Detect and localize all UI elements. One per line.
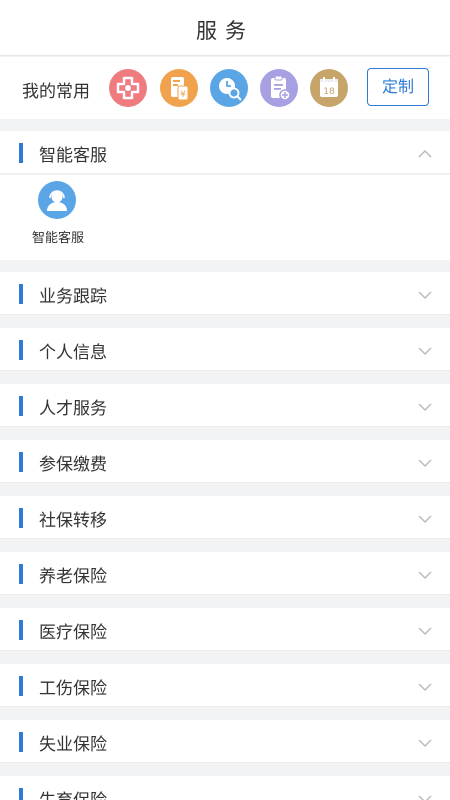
section-accent-bar [19,676,23,696]
svg-text:¥: ¥ [180,90,186,100]
chevron-down-icon [417,454,433,473]
section-header-talent-service[interactable]: 人才服务 [0,384,450,427]
section-header-unemployment-insurance[interactable]: 失业保险 [0,720,450,763]
chevron-up-icon [417,145,433,164]
page-title: 服务 [196,19,254,43]
section-title: 业务跟踪 [39,287,107,307]
medical-cross-icon[interactable] [109,69,147,107]
section-accent-bar [19,788,23,800]
section-accent-bar [19,143,23,163]
section-gap [0,260,450,272]
section-header-work-injury-insurance[interactable]: 工伤保险 [0,664,450,707]
section-header-personal-info[interactable]: 个人信息 [0,328,450,371]
section-gap [0,708,450,720]
section-title: 参保缴费 [39,455,107,475]
calendar-day: 18 [323,87,335,97]
chevron-down-icon [417,622,433,641]
section-gap [0,316,450,328]
section-title: 工伤保险 [39,679,107,699]
section-header-business-tracking[interactable]: 业务跟踪 [0,272,450,315]
section-accent-bar [19,620,23,640]
section-gap [0,484,450,496]
chevron-down-icon [417,342,433,361]
section-header-smart-service[interactable]: 智能客服 [0,131,450,174]
chevron-down-icon [417,566,433,585]
section-title: 医疗保险 [39,623,107,643]
section-title: 社保转移 [39,511,107,531]
chevron-down-icon [417,790,433,800]
section-accent-bar [19,732,23,752]
section-header-maternity-insurance[interactable]: 生育保险 [0,776,450,800]
section-title: 人才服务 [39,399,107,419]
section-gap [0,652,450,664]
section-header-insurance-payment[interactable]: 参保缴费 [0,440,450,483]
chevron-down-icon [417,286,433,305]
section-title: 失业保险 [39,735,107,755]
customer-service-icon [38,181,76,219]
section-gap [0,372,450,384]
section-accent-bar [19,508,23,528]
clock-search-icon[interactable] [210,69,248,107]
section-accent-bar [19,564,23,584]
section-title: 智能客服 [39,146,107,166]
section-title: 生育保险 [39,786,107,800]
section-title: 养老保险 [39,567,107,587]
clipboard-add-icon[interactable] [260,69,298,107]
top-bar: 服务 [0,0,450,56]
calendar-icon[interactable]: 18 [310,69,348,107]
chevron-down-icon [417,678,433,697]
section-title: 个人信息 [39,343,107,363]
section-gap [0,596,450,608]
chevron-down-icon [417,398,433,417]
section-gap [0,764,450,776]
section-accent-bar [19,340,23,360]
smart-service-label: 智能客服 [31,231,84,246]
section-gap [0,119,450,131]
section-header-pension-insurance[interactable]: 养老保险 [0,552,450,595]
chevron-down-icon [417,510,433,529]
common-services-bar: 我的常用 ¥ 18 定制 [0,57,450,119]
section-header-medical-insurance[interactable]: 医疗保险 [0,608,450,651]
section-accent-bar [19,396,23,416]
section-gap [0,540,450,552]
smart-service-panel: 智能客服 [0,175,450,260]
chevron-down-icon [417,734,433,753]
section-header-social-security-transfer[interactable]: 社保转移 [0,496,450,539]
common-services-label: 我的常用 [22,82,90,102]
bill-yuan-icon[interactable]: ¥ [160,69,198,107]
customize-button[interactable]: 定制 [367,68,429,106]
section-gap [0,428,450,440]
section-accent-bar [19,284,23,304]
section-accent-bar [19,452,23,472]
